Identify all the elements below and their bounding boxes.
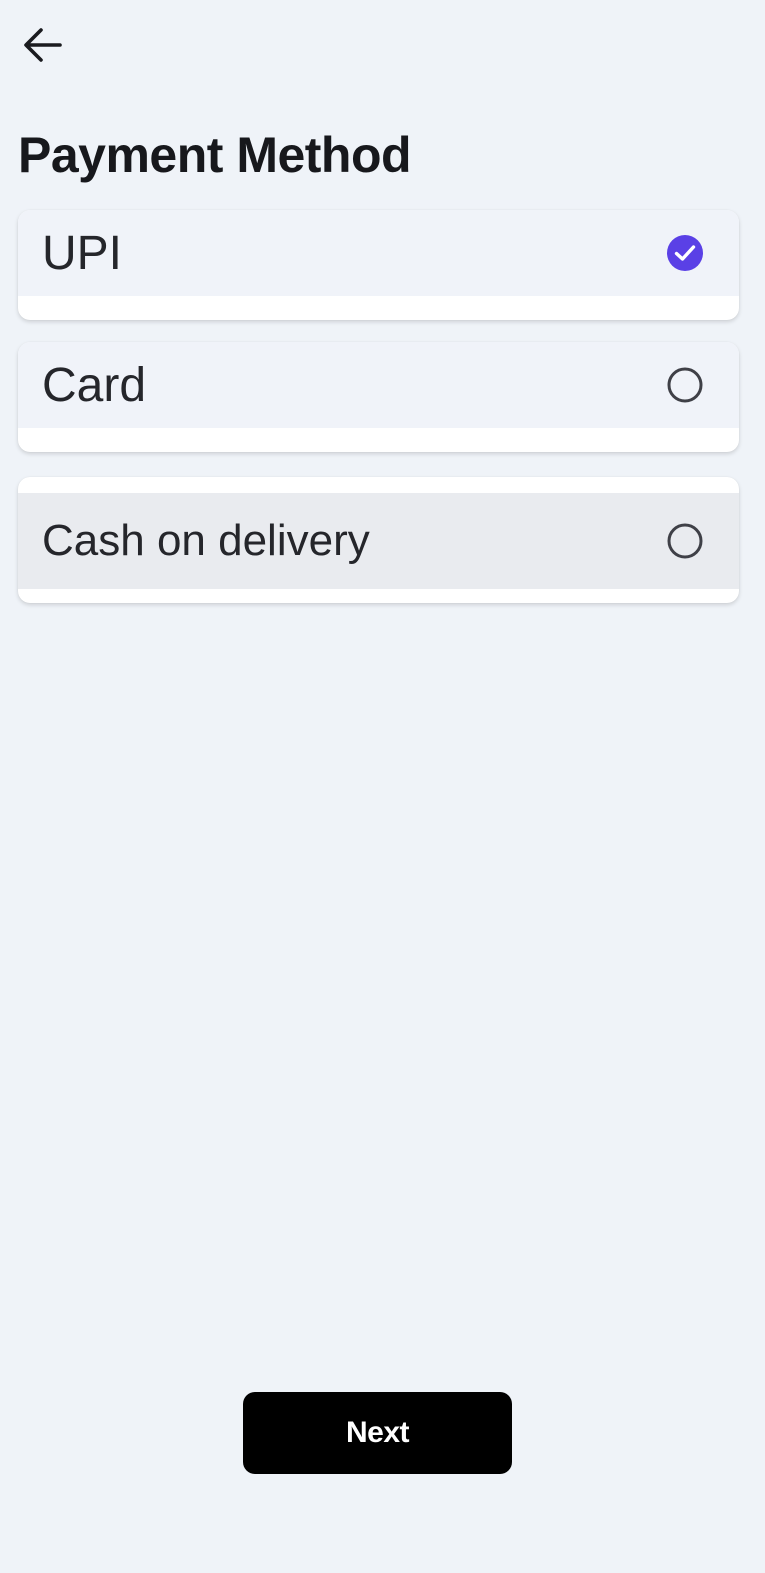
payment-option-label: UPI [42, 226, 123, 280]
checked-circle-icon[interactable] [665, 233, 705, 273]
payment-method-screen: Payment Method UPI Card Cash on delivery… [0, 0, 765, 1573]
payment-option-label: Cash on delivery [42, 516, 370, 565]
payment-option-upi[interactable]: UPI [18, 210, 739, 320]
page-title: Payment Method [18, 127, 412, 183]
payment-option-card[interactable]: Card [18, 342, 739, 452]
next-button[interactable]: Next [243, 1392, 512, 1474]
payment-option-cash-on-delivery-row[interactable]: Cash on delivery [18, 493, 739, 589]
back-button[interactable] [16, 22, 68, 70]
empty-circle-icon[interactable] [665, 365, 705, 405]
empty-circle-icon[interactable] [665, 521, 705, 561]
payment-option-upi-row[interactable]: UPI [18, 210, 739, 296]
arrow-left-icon [20, 22, 64, 71]
payment-option-card-row[interactable]: Card [18, 342, 739, 428]
payment-option-cash-on-delivery[interactable]: Cash on delivery [18, 477, 739, 603]
payment-option-label: Card [42, 358, 147, 412]
